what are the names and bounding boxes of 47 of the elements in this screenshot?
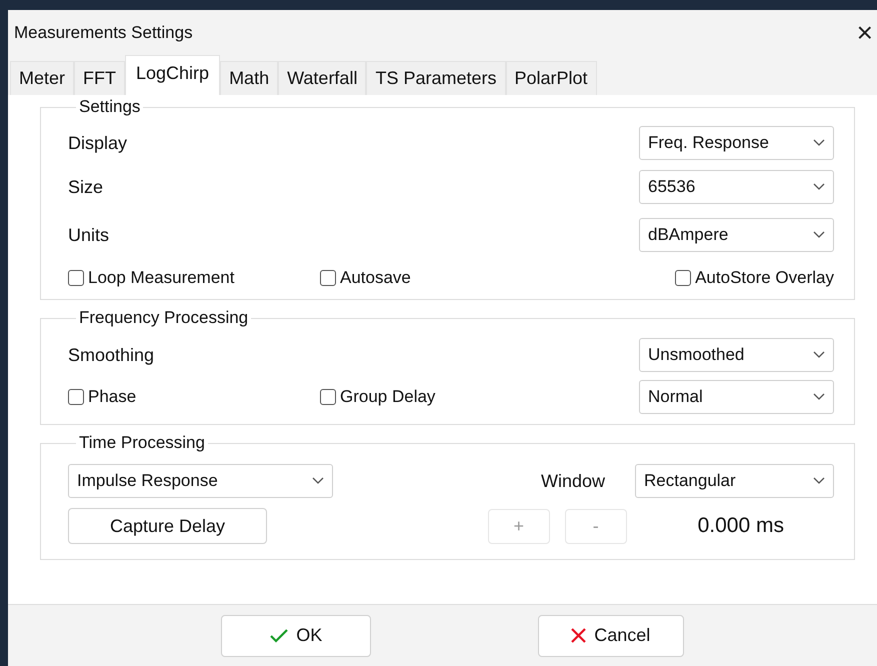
chevron-down-icon bbox=[813, 477, 825, 485]
chevron-down-icon bbox=[813, 231, 825, 239]
field-label: Smoothing bbox=[68, 344, 154, 366]
chevron-down-icon bbox=[312, 477, 324, 485]
chevron-down-icon bbox=[813, 393, 825, 401]
cancel-button[interactable]: Cancel bbox=[538, 614, 684, 656]
dropdown[interactable]: dBAmpere bbox=[639, 218, 834, 252]
checkbox-box[interactable] bbox=[320, 270, 336, 286]
chevron-down-icon bbox=[813, 139, 825, 147]
group-title: Time Processing bbox=[78, 433, 206, 453]
dropdown[interactable]: 65536 bbox=[639, 170, 834, 204]
dropdown[interactable]: Rectangular bbox=[635, 464, 834, 498]
group-title: Frequency Processing bbox=[78, 308, 250, 328]
tab[interactable]: Waterfall bbox=[278, 61, 366, 95]
checkbox[interactable]: Loop Measurement bbox=[68, 268, 320, 288]
field-label: Window bbox=[540, 470, 605, 492]
ok-button[interactable]: OK bbox=[221, 614, 372, 656]
checkbox[interactable]: Phase bbox=[68, 387, 320, 407]
checkbox-box[interactable] bbox=[320, 389, 336, 405]
dropdown[interactable]: Normal bbox=[639, 380, 834, 414]
checkbox[interactable]: AutoStore Overlay bbox=[675, 268, 834, 288]
tab[interactable]: Meter bbox=[10, 61, 74, 95]
dropdown[interactable]: Unsmoothed bbox=[639, 338, 834, 372]
tab[interactable]: Math bbox=[220, 61, 278, 95]
checkbox[interactable]: Group Delay bbox=[320, 387, 639, 407]
chevron-down-icon bbox=[813, 351, 825, 359]
close-icon bbox=[571, 628, 586, 643]
tab[interactable]: LogChirp bbox=[125, 55, 220, 95]
window-title: Measurements Settings bbox=[14, 22, 193, 42]
tab[interactable]: PolarPlot bbox=[506, 61, 597, 95]
checkbox-box[interactable] bbox=[675, 270, 692, 286]
field-label: Units bbox=[68, 224, 110, 246]
capture-delay-button[interactable]: Capture Delay bbox=[68, 508, 267, 544]
field-label: Size bbox=[68, 176, 104, 198]
group-title: Settings bbox=[78, 97, 142, 117]
tab[interactable]: TS Parameters bbox=[366, 61, 506, 95]
close-button[interactable]: × bbox=[856, 18, 873, 46]
dropdown[interactable]: Freq. Response bbox=[639, 126, 834, 160]
checkbox[interactable]: Autosave bbox=[320, 268, 676, 288]
dropdown[interactable]: Impulse Response bbox=[68, 464, 333, 498]
checkbox-box[interactable] bbox=[68, 389, 84, 405]
field-label: Display bbox=[68, 132, 128, 154]
checkbox-box[interactable] bbox=[68, 270, 84, 286]
chevron-down-icon bbox=[813, 183, 825, 191]
checkmark-icon bbox=[270, 628, 288, 642]
delay-value: 0.000 ms bbox=[698, 514, 784, 538]
tab[interactable]: FFT bbox=[74, 61, 126, 95]
